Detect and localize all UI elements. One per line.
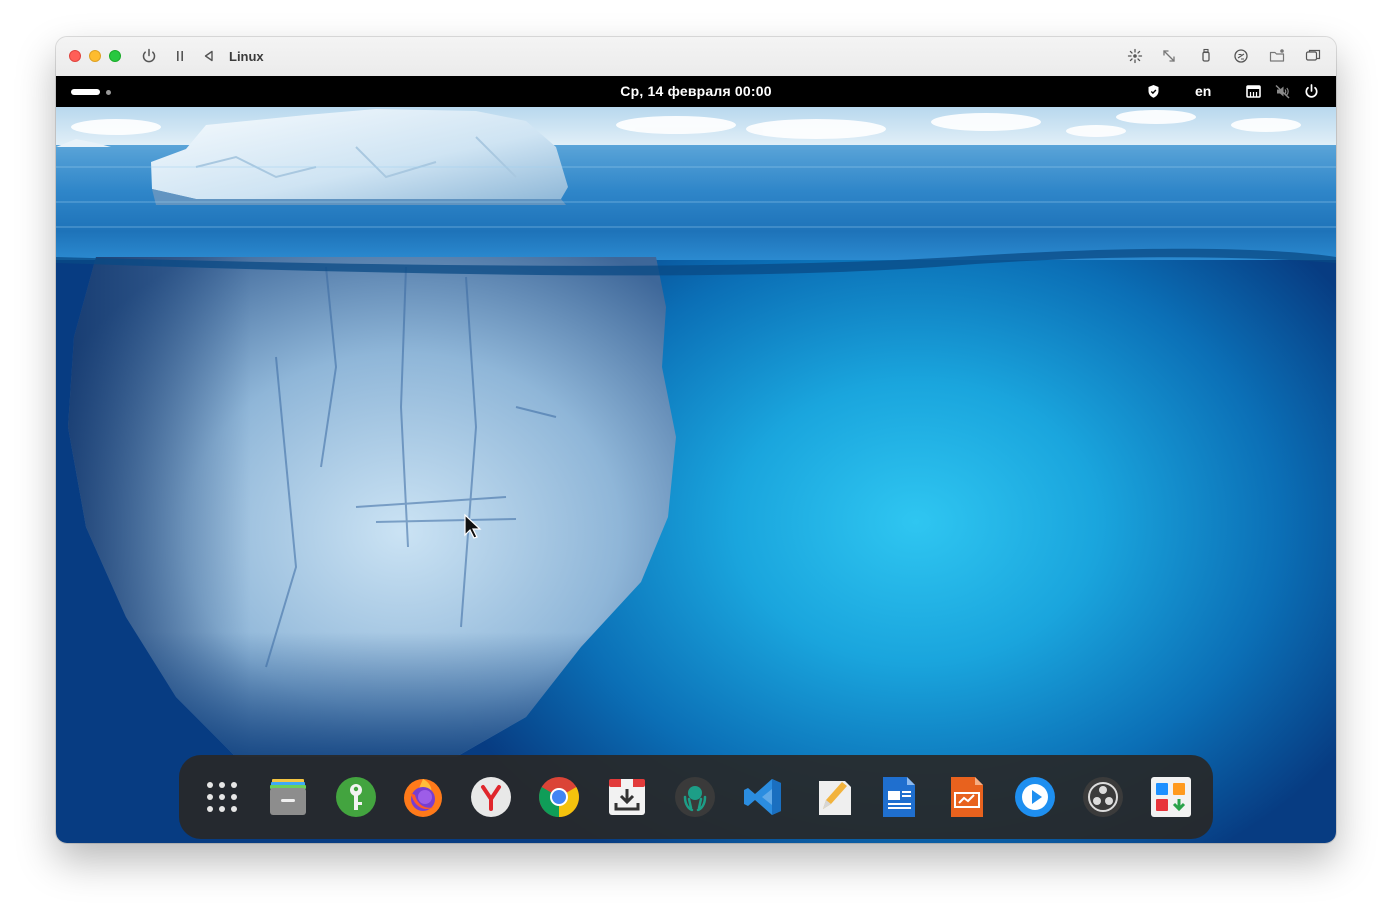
app-grid-icon[interactable] [200, 775, 244, 819]
network-wired-icon[interactable] [1245, 83, 1262, 100]
keyboard-language[interactable]: en [1195, 83, 1211, 99]
datetime-clock[interactable]: Ср, 14 февраля 00:00 [56, 83, 1336, 99]
desktop-wallpaper [56, 107, 1336, 843]
firefox-icon[interactable] [401, 775, 445, 819]
network-share-icon[interactable] [1232, 47, 1250, 65]
iceberg-illustration [56, 109, 1336, 757]
vm-window: Linux Ср, 14 февраля 00:00 en [56, 37, 1336, 843]
vscode-icon[interactable] [741, 775, 785, 819]
pause-icon[interactable] [171, 47, 189, 65]
shared-folder-icon[interactable] [1268, 47, 1286, 65]
power-icon[interactable] [140, 47, 158, 65]
window-title: Linux [229, 49, 264, 64]
chrome-icon[interactable] [537, 775, 581, 819]
brightness-icon[interactable] [1126, 47, 1144, 65]
maximize-button[interactable] [109, 50, 121, 62]
windows-icon[interactable] [1304, 47, 1322, 65]
download-box-icon[interactable] [605, 775, 649, 819]
gitkraken-icon[interactable] [673, 775, 717, 819]
minimize-button[interactable] [89, 50, 101, 62]
obs-icon[interactable] [1081, 775, 1125, 819]
dash-dock [179, 755, 1213, 839]
power-icon[interactable] [1303, 83, 1320, 100]
yandex-icon[interactable] [469, 775, 513, 819]
file-cabinet-icon[interactable] [266, 775, 310, 819]
usb-icon[interactable] [1197, 47, 1215, 65]
sound-muted-icon[interactable] [1274, 83, 1291, 100]
software-center-icon[interactable] [1149, 775, 1193, 819]
shield-icon[interactable] [1145, 83, 1162, 100]
back-triangle-icon[interactable] [200, 47, 218, 65]
text-editor-icon[interactable] [813, 775, 857, 819]
mouse-cursor [464, 513, 482, 539]
key-icon[interactable] [334, 775, 378, 819]
gnome-top-bar: Ср, 14 февраля 00:00 en [56, 76, 1336, 107]
resize-arrows-icon[interactable] [1160, 47, 1178, 65]
presentation-icon[interactable] [945, 775, 989, 819]
writer-document-icon[interactable] [877, 775, 921, 819]
play-circle-icon[interactable] [1013, 775, 1057, 819]
close-button[interactable] [69, 50, 81, 62]
window-titlebar[interactable]: Linux [56, 37, 1336, 77]
